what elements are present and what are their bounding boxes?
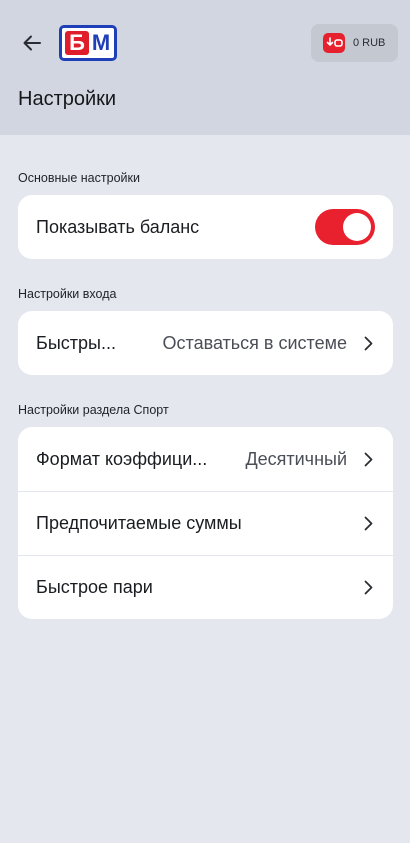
section-label-login: Настройки входа: [18, 287, 117, 301]
logo-letter-1: Б: [65, 30, 89, 55]
logo-letter-2: М: [91, 30, 111, 55]
back-arrow-icon: [23, 35, 41, 51]
page-title: Настройки: [18, 88, 117, 110]
app-header: Б М 0 RUB Настройки: [0, 0, 410, 135]
row-odds-format[interactable]: Формат коэффици... Десятичный: [18, 427, 393, 491]
chevron-right-icon: [361, 334, 375, 352]
wallet-icon: [323, 33, 345, 53]
row-quick-bet[interactable]: Быстрое пари: [18, 555, 393, 619]
back-button[interactable]: [18, 29, 46, 57]
row-value: Десятичный: [245, 448, 347, 469]
row-label: Предпочитаемые суммы: [36, 513, 242, 533]
row-label: Формат коэффици...: [36, 448, 208, 469]
section-label-sport: Настройки раздела Спорт: [18, 403, 169, 417]
section-label-main: Основные настройки: [18, 171, 140, 185]
chevron-right-icon: [361, 515, 375, 533]
row-show-balance[interactable]: Показывать баланс: [18, 195, 393, 259]
row-label: Быстрое пари: [36, 577, 153, 597]
row-quick-login[interactable]: Быстры... Оставаться в системе: [18, 311, 393, 375]
app-logo: Б М: [59, 25, 117, 61]
chevron-right-icon: [361, 450, 375, 468]
row-value: Оставаться в системе: [162, 332, 347, 353]
balance-amount: 0 RUB: [353, 37, 386, 49]
row-label: Быстры...: [36, 332, 116, 353]
show-balance-toggle[interactable]: [315, 209, 375, 245]
row-label: Показывать баланс: [36, 216, 200, 237]
card-main-settings: Показывать баланс: [18, 195, 393, 259]
card-sport-settings: Формат коэффици... Десятичный Предпочита…: [18, 427, 393, 619]
balance-button[interactable]: 0 RUB: [311, 24, 398, 62]
toggle-knob: [343, 213, 371, 241]
row-preferred-amounts[interactable]: Предпочитаемые суммы: [18, 491, 393, 555]
card-login-settings: Быстры... Оставаться в системе: [18, 311, 393, 375]
chevron-right-icon: [361, 579, 375, 597]
